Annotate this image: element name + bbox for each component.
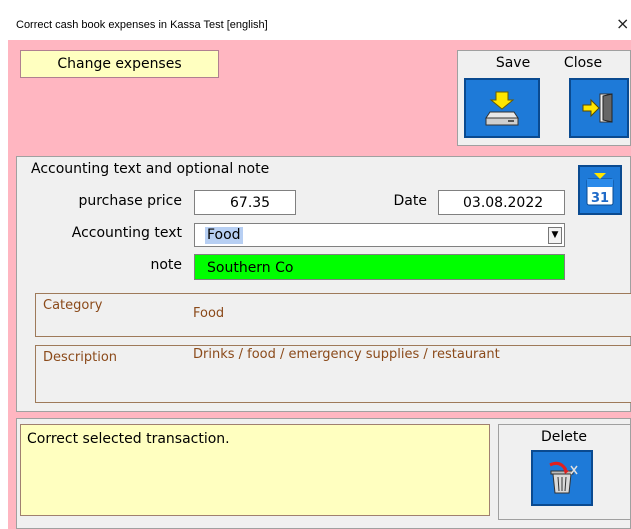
close-label: Close <box>563 55 603 71</box>
purchase-price-label: purchase price <box>78 193 182 209</box>
description-box: Description Drinks / food / emergency su… <box>35 345 631 403</box>
trash-delete-icon <box>549 461 578 494</box>
title-bar: Correct cash book expenses in Kassa Test… <box>0 0 631 40</box>
calendar-day: 31 <box>591 191 609 206</box>
purchase-price-input[interactable]: 67.35 <box>194 190 296 215</box>
exit-door-icon <box>582 93 613 123</box>
save-button[interactable] <box>464 78 540 138</box>
date-input[interactable]: 03.08.2022 <box>438 190 565 215</box>
status-message: Correct selected transaction. <box>20 424 490 516</box>
description-value: Drinks / food / emergency supplies / res… <box>193 347 500 362</box>
accounting-panel: Accounting text and optional note purcha… <box>16 156 631 412</box>
window-close-icon[interactable]: × <box>616 14 629 33</box>
date-label: Date <box>393 193 427 209</box>
accounting-text-value: Food <box>205 227 243 244</box>
window-title: Correct cash book expenses in Kassa Test… <box>16 19 268 31</box>
delete-label: Delete <box>541 429 587 445</box>
form-body: Change expenses Save Close Accounting te… <box>8 40 631 529</box>
category-box: Category Food <box>35 293 631 337</box>
header-label: Change expenses <box>20 50 219 78</box>
note-label: note <box>150 257 182 273</box>
accounting-text-label: Accounting text <box>71 225 182 241</box>
category-value: Food <box>193 306 225 321</box>
description-label: Description <box>43 350 118 365</box>
section-title: Accounting text and optional note <box>31 161 270 177</box>
chevron-down-icon[interactable]: ▼ <box>548 227 562 244</box>
note-input[interactable]: Southern Co <box>194 254 565 280</box>
delete-button[interactable] <box>531 450 593 506</box>
accounting-text-select[interactable]: Food ▼ <box>194 223 565 247</box>
calendar-button[interactable]: 31 <box>578 165 622 215</box>
calendar-icon: 31 <box>586 173 614 206</box>
save-label: Save <box>495 55 531 71</box>
category-label: Category <box>43 298 103 313</box>
close-button[interactable] <box>569 78 629 138</box>
save-drive-icon <box>485 91 519 126</box>
